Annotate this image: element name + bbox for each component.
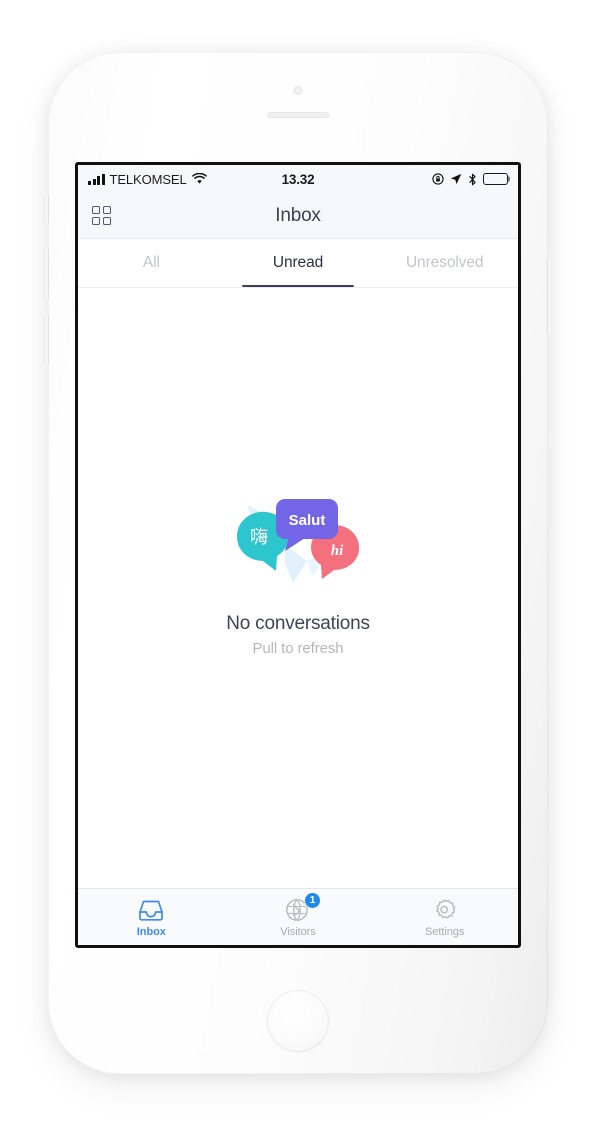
bluetooth-icon (468, 173, 477, 186)
tab-unresolved[interactable]: Unresolved (371, 239, 518, 287)
status-bar: TELKOMSEL 13.32 (78, 165, 518, 193)
battery-icon (483, 173, 511, 185)
bottom-tab-inbox[interactable]: Inbox (78, 889, 225, 945)
rotation-lock-icon (432, 173, 444, 185)
status-bar-clock: 13.32 (281, 171, 315, 187)
inbox-tray-icon (137, 897, 165, 923)
grid-menu-icon[interactable] (92, 206, 111, 225)
status-bar-right (314, 173, 511, 186)
tab-all[interactable]: All (78, 239, 225, 287)
svg-text:嗨: 嗨 (250, 527, 268, 548)
empty-state-title: No conversations (226, 613, 370, 634)
silent-switch-button[interactable] (44, 194, 49, 224)
bottom-tab-bar: Inbox 1 Visitors Settings (78, 888, 518, 945)
speech-bubbles-illustration: 嗨 hi Salut (236, 499, 360, 583)
carrier-label: TELKOMSEL (109, 171, 187, 187)
power-button[interactable] (547, 260, 552, 334)
bottom-tab-visitors[interactable]: 1 Visitors (225, 889, 372, 945)
visitors-unread-badge: 1 (304, 891, 321, 909)
volume-down-button[interactable] (44, 314, 49, 366)
empty-state-subtitle: Pull to refresh (252, 640, 344, 657)
conversation-list-empty-state: 嗨 hi Salut No conversations Pull to refr… (78, 288, 518, 888)
phone-screen: TELKOMSEL 13.32 Inbox All Unread Unresol… (75, 162, 521, 948)
bottom-tab-label-inbox: Inbox (136, 925, 166, 938)
nav-header: Inbox (78, 193, 518, 239)
phone-device-frame: TELKOMSEL 13.32 Inbox All Unread Unresol… (44, 52, 552, 1074)
cellular-signal-icon (88, 173, 105, 185)
earpiece-speaker (267, 112, 329, 118)
status-bar-left: TELKOMSEL (88, 172, 282, 187)
home-button[interactable] (267, 990, 329, 1052)
bottom-tab-label-settings: Settings (425, 925, 465, 938)
location-arrow-icon (450, 173, 462, 185)
filter-tabs: All Unread Unresolved (78, 239, 518, 288)
globe-icon: 1 (284, 891, 321, 923)
volume-up-button[interactable] (44, 248, 49, 300)
svg-text:Salut: Salut (289, 512, 326, 529)
front-camera-icon (293, 86, 303, 95)
svg-text:hi: hi (331, 543, 344, 559)
page-title: Inbox (275, 204, 321, 226)
bottom-tab-settings[interactable]: Settings (371, 889, 518, 945)
wifi-icon (191, 173, 207, 185)
gear-icon (431, 897, 459, 923)
tab-unread[interactable]: Unread (225, 239, 372, 287)
bottom-tab-label-visitors: Visitors (280, 925, 316, 938)
